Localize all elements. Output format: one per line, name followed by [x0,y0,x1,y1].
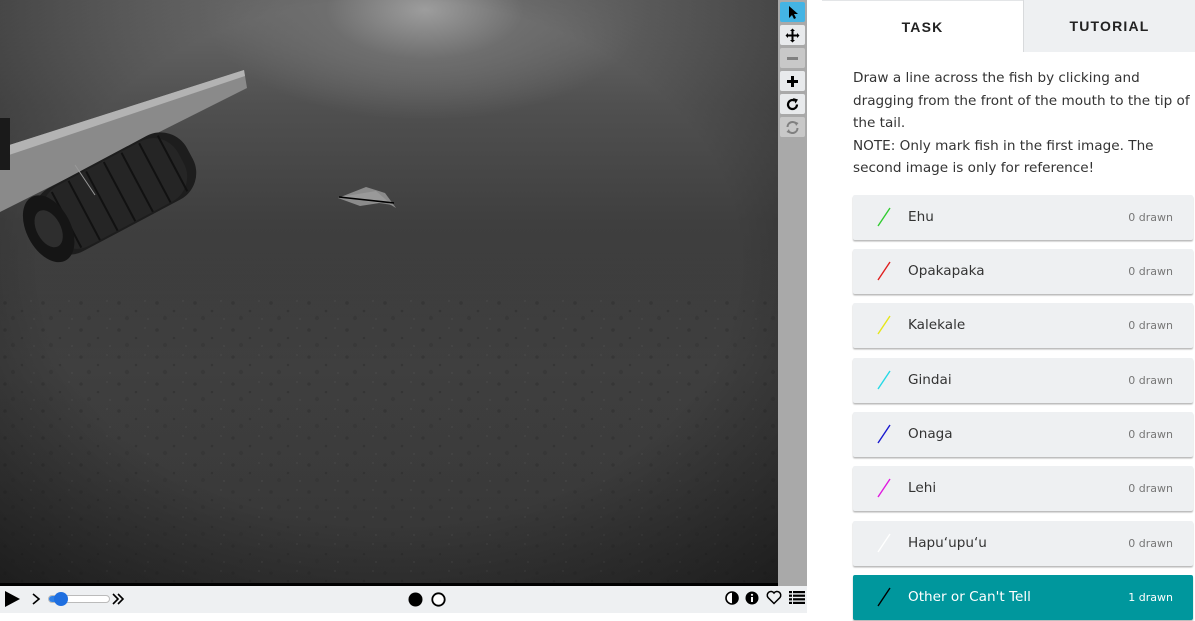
classifier: TASK TUTORIAL Draw a line across the fis… [0,0,1195,621]
zoom-out-icon [787,56,798,60]
subject-image[interactable] [0,0,778,583]
task-instructions: Draw a line across the fish by clicking … [853,67,1193,180]
pan-icon [785,28,800,42]
line-tool-stroke [877,261,891,281]
frame-1-icon[interactable] [408,592,423,607]
choice-count: 1 drawn [1128,591,1173,604]
pan-tool-button[interactable] [780,25,805,45]
tab-tutorial[interactable]: TUTORIAL [1023,0,1195,52]
choice-label: Opakapaka [908,263,985,279]
choice-opakapaka[interactable]: Opakapaka 0 drawn [853,249,1193,294]
choice-label: Other or Can't Tell [908,589,1031,605]
task-panel: TASK TUTORIAL Draw a line across the fis… [822,0,1195,621]
choice-label: Kalekale [908,317,966,333]
reset-icon [786,120,799,134]
fast-forward-icon[interactable] [111,592,125,606]
line-tool-stroke [877,587,891,607]
task-tabs: TASK TUTORIAL [822,0,1195,52]
step-icon[interactable] [31,593,41,605]
line-tool-stroke [877,424,891,444]
line-tool-stroke [877,533,891,553]
choice-hapuupuu[interactable]: Hapu‘upu‘u 0 drawn [853,521,1193,566]
image-toolbar [778,0,807,586]
choice-count: 0 drawn [1128,211,1173,224]
reset-button[interactable] [780,117,805,137]
rotate-icon [786,97,799,110]
choice-count: 0 drawn [1128,265,1173,278]
instruction-text: Draw a line across the fish by clicking … [853,70,1190,131]
choice-ehu[interactable]: Ehu 0 drawn [853,195,1193,240]
choice-label: Gindai [908,372,952,388]
line-tool-icon [877,261,891,281]
rotate-button[interactable] [780,94,805,114]
zoom-in-icon [787,75,798,87]
pointer-tool-button[interactable] [780,2,805,22]
choice-count: 0 drawn [1128,428,1173,441]
choice-label: Hapu‘upu‘u [908,535,987,551]
line-tool-stroke [877,478,891,498]
line-tool-stroke [877,370,891,390]
tab-task[interactable]: TASK [822,0,1023,52]
line-tool-icon [877,478,891,498]
choice-other-or-cant-tell[interactable]: Other or Can't Tell 1 drawn [853,575,1193,620]
line-tool-icon [877,315,891,335]
invert-icon[interactable] [725,591,739,605]
choice-count: 0 drawn [1128,537,1173,550]
choice-lehi[interactable]: Lehi 0 drawn [853,466,1193,511]
choice-count: 0 drawn [1128,319,1173,332]
line-tool-icon [877,207,891,227]
playback-speed-slider[interactable] [48,592,110,606]
pointer-icon [789,5,798,19]
instruction-note: NOTE: Only mark fish in the first image.… [853,137,1154,177]
play-icon[interactable] [3,590,21,608]
collections-icon[interactable] [789,591,805,604]
choice-count: 0 drawn [1128,374,1173,387]
line-tool-icon [877,370,891,390]
choice-label: Ehu [908,209,934,225]
info-icon[interactable] [745,591,759,605]
choice-gindai[interactable]: Gindai 0 drawn [853,358,1193,403]
choice-onaga[interactable]: Onaga 0 drawn [853,412,1193,457]
zoom-in-button[interactable] [780,71,805,91]
choice-label: Lehi [908,480,937,496]
zoom-out-button[interactable] [780,48,805,68]
frame-2-icon[interactable] [431,592,446,607]
favorite-icon[interactable] [766,590,782,605]
playback-speed-handle[interactable] [54,592,68,606]
playback-controls [0,586,807,613]
choice-label: Onaga [908,426,953,442]
line-tool-icon [877,533,891,553]
line-tool-stroke [877,315,891,335]
subject-viewer[interactable] [0,0,778,586]
line-tool-icon [877,587,891,607]
line-tool-stroke [877,207,891,227]
choice-kalekale[interactable]: Kalekale 0 drawn [853,303,1193,348]
choice-count: 0 drawn [1128,482,1173,495]
line-tool-icon [877,424,891,444]
